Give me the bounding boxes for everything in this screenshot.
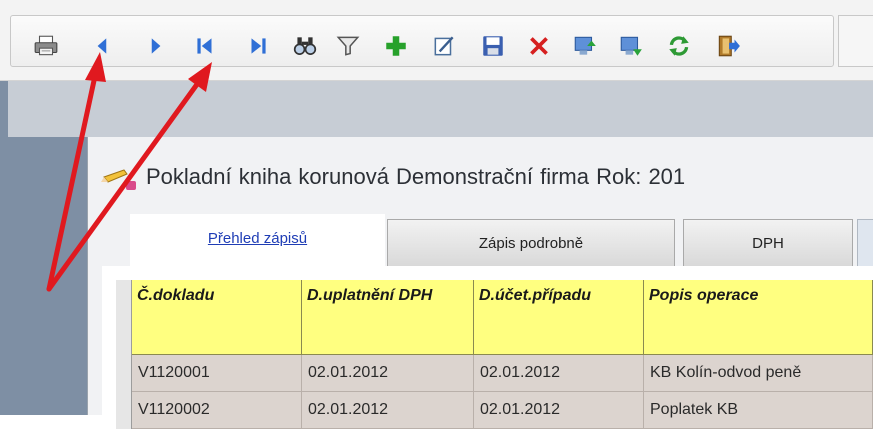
header-row-selector	[116, 280, 132, 355]
table-cell[interactable]: 02.01.2012	[474, 392, 644, 429]
table-cell[interactable]: 02.01.2012	[302, 355, 474, 392]
delete-icon	[530, 37, 548, 55]
save-button[interactable]	[478, 31, 508, 61]
export-icon	[574, 36, 596, 55]
last-record-button[interactable]	[243, 31, 273, 61]
column-header-doc-number[interactable]: Č.dokladu	[132, 280, 302, 355]
edit-record-button[interactable]	[429, 31, 459, 61]
window-title: Pokladní kniha korunová Demonstrační fir…	[146, 164, 686, 189]
window-pencil-icon	[101, 169, 136, 190]
save-icon	[483, 36, 503, 56]
row-selector[interactable]	[116, 355, 132, 392]
column-header-vat-date[interactable]: D.uplatnění DPH	[302, 280, 474, 355]
tab-zapis-podrobne[interactable]: Zápis podrobně	[387, 219, 675, 267]
first-record-button[interactable]	[190, 31, 220, 61]
row-selector[interactable]	[116, 392, 132, 429]
tab-prehled-zapisu[interactable]: Přehled zápisů	[130, 214, 385, 267]
add-record-icon	[386, 36, 406, 56]
column-header-accounting-date[interactable]: D.účet.případu	[474, 280, 644, 355]
previous-record-button[interactable]	[88, 31, 118, 61]
main-toolbar	[0, 0, 873, 81]
next-record-icon	[151, 38, 161, 54]
print-button[interactable]	[31, 31, 61, 61]
export-button[interactable]	[570, 31, 600, 61]
tab-dph[interactable]: DPH	[683, 219, 853, 267]
refresh-icon	[669, 36, 689, 56]
import-button[interactable]	[616, 31, 646, 61]
print-icon	[34, 35, 58, 56]
delete-button[interactable]	[524, 31, 554, 61]
exit-icon	[718, 35, 740, 57]
edit-record-icon	[434, 36, 454, 56]
table-cell[interactable]: V1120002	[132, 392, 302, 429]
mdi-header-band	[8, 81, 873, 137]
last-record-icon	[251, 38, 266, 54]
toolbar-button-group	[10, 15, 834, 67]
exit-button[interactable]	[713, 31, 743, 61]
import-icon	[620, 36, 642, 56]
add-record-button[interactable]	[381, 31, 411, 61]
first-record-icon	[197, 38, 212, 54]
find-icon	[293, 37, 317, 55]
filter-icon	[336, 36, 360, 56]
filter-button[interactable]	[333, 31, 363, 61]
refresh-button[interactable]	[664, 31, 694, 61]
previous-record-icon	[97, 38, 107, 54]
next-record-button[interactable]	[140, 31, 170, 61]
toolbar-secondary-group	[838, 15, 873, 67]
table-cell[interactable]: 02.01.2012	[302, 392, 474, 429]
table-cell[interactable]: V1120001	[132, 355, 302, 392]
column-header-description[interactable]: Popis operace	[644, 280, 873, 355]
table-cell[interactable]: KB Kolín-odvod peně	[644, 355, 873, 392]
table-cell[interactable]: Poplatek KB	[644, 392, 873, 429]
table-cell[interactable]: 02.01.2012	[474, 355, 644, 392]
find-button[interactable]	[290, 31, 320, 61]
tab-more[interactable]	[857, 219, 873, 267]
